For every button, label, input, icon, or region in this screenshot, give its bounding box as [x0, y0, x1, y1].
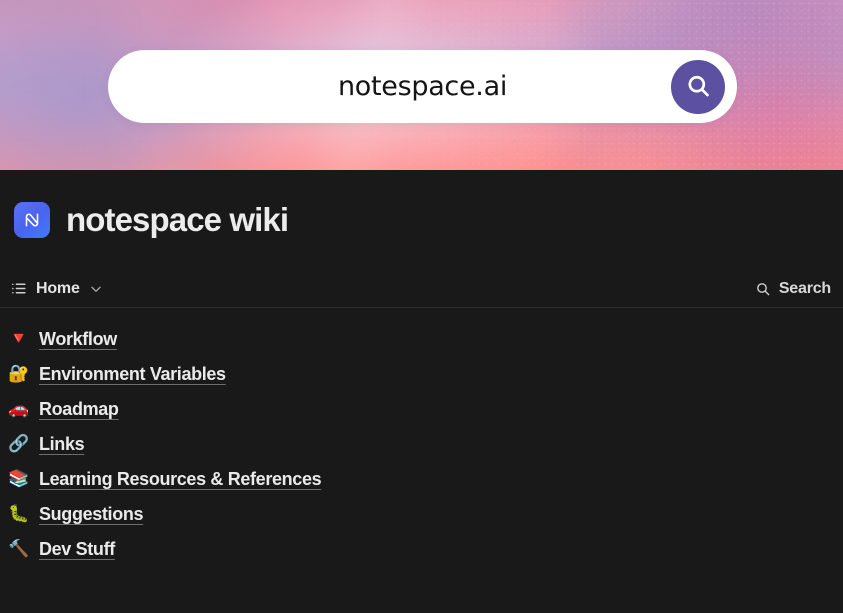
- list-item-label[interactable]: Links: [39, 434, 85, 455]
- navbar: Home Search: [0, 270, 843, 308]
- chevron-down-icon[interactable]: [89, 282, 103, 296]
- bug-icon: 🐛: [8, 504, 30, 524]
- notespace-n-logo-icon: [14, 202, 50, 238]
- car-icon: 🚗: [8, 399, 30, 419]
- books-icon: 📚: [8, 469, 30, 489]
- lock-with-key-icon: 🔐: [8, 364, 30, 384]
- banner-search-pill-text: notespace.ai: [337, 71, 508, 102]
- list-item-label[interactable]: Learning Resources & References: [39, 469, 322, 490]
- list-item[interactable]: 🔻 Workflow: [8, 322, 843, 357]
- list-item-label[interactable]: Workflow: [39, 329, 117, 350]
- search-icon: [755, 281, 771, 297]
- list-item[interactable]: 📚 Learning Resources & References: [8, 462, 843, 497]
- page-body: notespace wiki Home Search 🔻 Workflow 🔐 …: [0, 170, 843, 567]
- wiki-link-list: 🔻 Workflow 🔐 Environment Variables 🚗 Roa…: [0, 308, 843, 567]
- list-menu-icon[interactable]: [10, 280, 27, 297]
- list-item[interactable]: 🔐 Environment Variables: [8, 357, 843, 392]
- list-item[interactable]: 🔨 Dev Stuff: [8, 532, 843, 567]
- list-item[interactable]: 🔗 Links: [8, 427, 843, 462]
- search-icon: [685, 73, 712, 100]
- breadcrumb-home-label: Home: [36, 279, 80, 297]
- link-chain-icon: 🔗: [8, 434, 30, 454]
- navbar-search-button[interactable]: Search: [755, 280, 831, 298]
- list-item-label[interactable]: Environment Variables: [39, 364, 226, 385]
- list-item[interactable]: 🚗 Roadmap: [8, 392, 843, 427]
- list-item-label[interactable]: Dev Stuff: [39, 539, 115, 560]
- red-diamond-icon: 🔻: [8, 329, 30, 349]
- breadcrumb-home[interactable]: Home: [10, 280, 103, 298]
- cover-banner: notespace.ai: [0, 0, 843, 170]
- banner-search-button[interactable]: [671, 59, 725, 114]
- list-item-label[interactable]: Roadmap: [39, 399, 119, 420]
- list-item[interactable]: 🐛 Suggestions: [8, 497, 843, 532]
- list-item-label[interactable]: Suggestions: [39, 504, 144, 525]
- hammer-icon: 🔨: [8, 539, 30, 559]
- banner-search-pill[interactable]: notespace.ai: [108, 50, 737, 123]
- page-title-row: notespace wiki: [0, 170, 843, 270]
- page-title: notespace wiki: [66, 201, 289, 238]
- navbar-search-label: Search: [778, 279, 831, 297]
